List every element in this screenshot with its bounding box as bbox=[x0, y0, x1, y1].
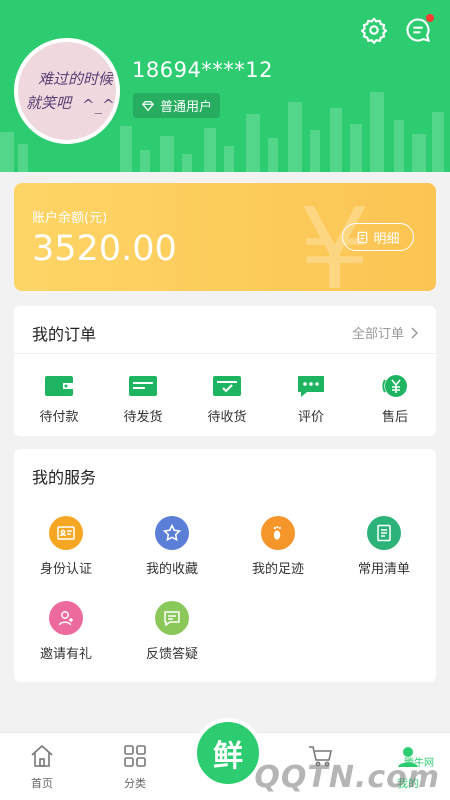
services-title: 我的服务 bbox=[32, 468, 97, 487]
balance-detail-label: 明细 bbox=[373, 231, 400, 247]
service-shopping-list[interactable]: 常用清单 bbox=[334, 516, 434, 577]
order-pending-shipment-label: 待发货 bbox=[123, 410, 163, 425]
diamond-icon bbox=[141, 100, 155, 111]
avatar-text-line-1: 难过的时候 bbox=[38, 70, 114, 88]
balance-amount: 3520.00 bbox=[32, 229, 177, 269]
list-icon bbox=[367, 516, 401, 550]
yen-refund-icon bbox=[379, 372, 411, 400]
service-identity-label: 身份认证 bbox=[39, 562, 92, 577]
wallet-icon bbox=[43, 372, 75, 400]
chat-bubble-icon bbox=[295, 372, 327, 400]
star-icon bbox=[155, 516, 189, 550]
service-invite[interactable]: 邀请有礼 bbox=[16, 601, 116, 662]
order-pending-payment-label: 待付款 bbox=[39, 410, 79, 425]
avatar-text-line-3: ^_^ bbox=[82, 96, 115, 114]
all-orders-label: 全部订单 bbox=[351, 327, 404, 342]
service-invite-label: 邀请有礼 bbox=[39, 647, 92, 662]
gear-icon[interactable] bbox=[360, 16, 388, 45]
receipt-icon bbox=[358, 231, 368, 243]
service-feedback-label: 反馈答疑 bbox=[145, 647, 198, 662]
nav-home[interactable]: 首页 bbox=[12, 743, 72, 791]
profile-header: 难过的时候 就笑吧 ^_^ 18694****12 普通用户 bbox=[0, 0, 450, 172]
truck-icon bbox=[127, 372, 159, 400]
orders-divider bbox=[14, 353, 436, 354]
balance-label: 账户余额(元) bbox=[32, 211, 108, 226]
watermark: QQTN.com bbox=[254, 760, 440, 795]
fresh-logo-icon[interactable]: 鲜 bbox=[193, 718, 263, 788]
chevron-right-icon bbox=[411, 326, 418, 339]
feedback-icon bbox=[155, 601, 189, 635]
order-pending-receipt-label: 待收货 bbox=[207, 410, 247, 425]
service-identity[interactable]: 身份认证 bbox=[16, 516, 116, 577]
all-orders-link[interactable]: 全部订单 bbox=[352, 323, 418, 342]
order-after-sales-label: 售后 bbox=[381, 410, 408, 425]
member-badge: 普通用户 bbox=[133, 93, 221, 118]
service-feedback[interactable]: 反馈答疑 bbox=[122, 601, 222, 662]
services-card: 我的服务 身份认证 我的收藏 我的足迹 常用清单 邀请有礼 反馈答疑 bbox=[14, 449, 436, 682]
message-icon[interactable] bbox=[404, 14, 434, 44]
order-review-label: 评价 bbox=[297, 410, 324, 425]
orders-title: 我的订单 bbox=[32, 325, 97, 344]
avatar[interactable]: 难过的时候 就笑吧 ^_^ bbox=[14, 38, 120, 144]
order-review[interactable]: 评价 bbox=[269, 372, 353, 425]
order-pending-shipment[interactable]: 待发货 bbox=[101, 372, 185, 425]
nav-category[interactable]: 分类 bbox=[105, 743, 165, 791]
order-after-sales[interactable]: 售后 bbox=[353, 372, 437, 425]
service-favorites[interactable]: 我的收藏 bbox=[122, 516, 222, 577]
service-shopping-list-label: 常用清单 bbox=[357, 562, 410, 577]
nav-home-label: 首页 bbox=[31, 777, 53, 790]
user-phone: 18694****12 bbox=[132, 58, 274, 82]
service-footprints-label: 我的足迹 bbox=[251, 562, 304, 577]
invite-user-icon bbox=[49, 601, 83, 635]
home-icon bbox=[31, 744, 53, 767]
grid-icon bbox=[124, 745, 146, 767]
box-check-icon bbox=[211, 372, 243, 400]
order-pending-payment[interactable]: 待付款 bbox=[17, 372, 101, 425]
balance-detail-button[interactable]: 明细 bbox=[342, 223, 414, 251]
orders-card: 我的订单 全部订单 待付款 待发货 待收货 评价 售后 bbox=[14, 306, 436, 436]
notification-dot bbox=[426, 14, 434, 22]
balance-card[interactable]: ¥ 账户余额(元) 3520.00 明细 bbox=[14, 183, 436, 291]
nav-category-label: 分类 bbox=[124, 777, 146, 790]
avatar-text-line-2: 就笑吧 bbox=[26, 94, 72, 112]
service-favorites-label: 我的收藏 bbox=[145, 562, 198, 577]
id-card-icon bbox=[49, 516, 83, 550]
fresh-logo-glyph: 鲜 bbox=[213, 739, 243, 774]
order-pending-receipt[interactable]: 待收货 bbox=[185, 372, 269, 425]
service-footprints[interactable]: 我的足迹 bbox=[228, 516, 328, 577]
member-badge-label: 普通用户 bbox=[160, 100, 213, 115]
footprint-icon bbox=[261, 516, 295, 550]
